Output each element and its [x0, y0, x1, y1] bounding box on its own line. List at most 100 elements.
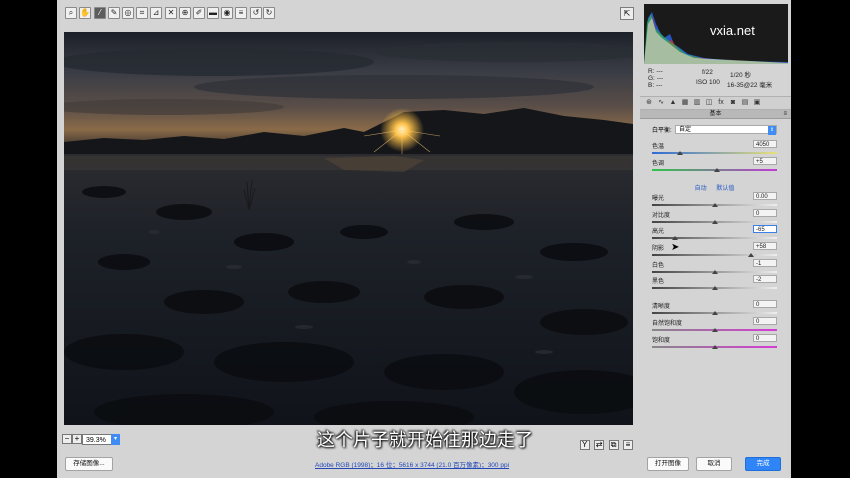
spot-removal-tool[interactable]: ✕	[165, 7, 177, 19]
basic-panel-header: 基本 ≡	[640, 110, 791, 119]
effects-tab[interactable]: fx	[716, 98, 726, 108]
shadows-value-field[interactable]: +58	[753, 242, 777, 250]
temperature-value-field[interactable]: 4050	[753, 140, 777, 148]
hsl-icon: ▦	[681, 99, 689, 106]
tone-curve-tab[interactable]: ∿	[656, 98, 666, 108]
blacks-value-field[interactable]: -2	[753, 275, 777, 283]
color-sampler-tool[interactable]: ✎	[108, 7, 120, 19]
exposure-slider-thumb[interactable]	[711, 203, 718, 207]
swap-icon: ⇄	[595, 440, 603, 449]
b-label: B:	[648, 82, 655, 89]
zoom-tool[interactable]: ⌕	[65, 7, 77, 19]
temperature-slider-track[interactable]	[652, 152, 777, 154]
before-after-toggle[interactable]: Y	[579, 440, 590, 450]
chevron-down-icon: ▾	[113, 436, 117, 442]
zoom-out-button[interactable]: −	[62, 434, 72, 444]
panel-tabs: ⊛ ∿ ▲ ▦ ▥ ◫ fx ◙ ▤ ▣	[640, 96, 791, 110]
contrast-slider-thumb[interactable]	[711, 220, 718, 224]
open-image-button[interactable]: 打开图像	[647, 457, 689, 471]
shadows-slider-track[interactable]	[652, 254, 777, 256]
workflow-options-link[interactable]: Adobe RGB (1998)；16 位；5616 x 3744 (21.0 …	[315, 459, 509, 469]
saturation-slider-thumb[interactable]	[711, 345, 718, 349]
eyedropper-icon: ⁄	[99, 8, 101, 17]
preferences-tool[interactable]: ≡	[235, 7, 247, 19]
vibrance-slider-thumb[interactable]	[711, 328, 718, 332]
snapshots-tab[interactable]: ▣	[752, 98, 762, 108]
footer-bar: 存储图像... Adobe RGB (1998)；16 位；5616 x 374…	[57, 452, 791, 478]
basic-icon: ⊛	[646, 99, 652, 106]
zoom-dropdown-button[interactable]: ▾	[111, 434, 120, 445]
basic-tab[interactable]: ⊛	[644, 98, 654, 108]
radial-icon: ◉	[223, 8, 231, 17]
open-in-photoshop-button[interactable]: ⇱	[620, 7, 634, 20]
adjustment-brush-tool[interactable]: ✐	[193, 7, 205, 19]
copy-settings-button[interactable]: ⧉	[608, 440, 619, 450]
done-button[interactable]: 完成	[745, 457, 781, 471]
gradient-icon: ▬	[209, 8, 217, 17]
white-balance-value: 自定	[679, 127, 692, 133]
clarity-value-field[interactable]: 0	[753, 300, 777, 308]
redeye-icon: ⊕	[181, 8, 189, 17]
temperature-slider-thumb[interactable]	[676, 151, 683, 155]
landscape-photo	[64, 32, 633, 425]
copy-icon: ⧉	[610, 440, 617, 449]
panel-menu-icon[interactable]: ≡	[783, 110, 787, 118]
clarity-slider-thumb[interactable]	[711, 311, 718, 315]
auto-link[interactable]: 自动	[695, 186, 707, 192]
image-preview[interactable]	[64, 32, 633, 425]
saturation-value-field[interactable]: 0	[753, 334, 777, 342]
split-toning-tab[interactable]: ▥	[692, 98, 702, 108]
preview-status-bar: − + 39.3% ▾ Y ⇄ ⧉ ≡	[57, 432, 637, 450]
lens-tab[interactable]: ◫	[704, 98, 714, 108]
presets-tab[interactable]: ▤	[740, 98, 750, 108]
iso: ISO 100	[696, 79, 720, 86]
tint-slider-thumb[interactable]	[714, 168, 720, 172]
whites-value-field[interactable]: -1	[753, 259, 777, 267]
highlights-label: 高光	[652, 229, 665, 235]
highlights-slider-thumb[interactable]	[671, 236, 678, 240]
default-link[interactable]: 默认值	[716, 186, 734, 192]
tint-value-field[interactable]: +5	[753, 157, 777, 165]
right-panel: vxia.net R: --- G: --- B: --- f/22 1/20 …	[640, 0, 791, 450]
white-balance-tool[interactable]: ⁄	[94, 7, 106, 19]
auto-default-links: 自动 默认值	[652, 183, 777, 192]
graduated-filter-tool[interactable]: ▬	[207, 7, 219, 19]
spot-icon: ✕	[167, 8, 175, 17]
watermark-text: vxia.net	[710, 23, 755, 38]
radial-filter-tool[interactable]: ◉	[221, 7, 233, 19]
zoom-in-button[interactable]: +	[72, 434, 82, 444]
toggle-settings-button[interactable]: ≡	[623, 440, 633, 450]
straighten-tool[interactable]: ⊿	[150, 7, 162, 19]
exposure-value-field[interactable]: 0.00	[753, 192, 777, 200]
crop-tool[interactable]: ⌗	[136, 7, 148, 19]
camera-raw-window: ⌕ ✋ ⁄ ✎ ◎ ⌗ ⊿ ✕ ⊕ ✐ ▬ ◉ ≡ ↺ ↻ ⇱ − + 39.3…	[57, 0, 791, 478]
hand-icon: ✋	[80, 8, 90, 17]
rotate-left-tool[interactable]: ↺	[250, 7, 262, 19]
detail-tab[interactable]: ▲	[668, 98, 678, 108]
hand-tool[interactable]: ✋	[79, 7, 91, 19]
camera-calibration-icon: ◙	[730, 99, 736, 106]
contrast-value-field[interactable]: 0	[753, 209, 777, 217]
shadows-label: 阴影	[652, 246, 665, 252]
effects-icon: fx	[718, 99, 724, 106]
swap-view-button[interactable]: ⇄	[594, 440, 605, 450]
highlights-value-field[interactable]: -65	[753, 225, 777, 233]
save-image-button[interactable]: 存储图像...	[65, 457, 113, 471]
camera-calibration-tab[interactable]: ◙	[728, 98, 738, 108]
crop-icon: ⌗	[139, 8, 145, 17]
tint-label: 色调	[652, 161, 665, 167]
hsl-tab[interactable]: ▦	[680, 98, 690, 108]
tone-curve-icon: ∿	[658, 99, 664, 106]
g-label: G:	[648, 75, 655, 82]
red-eye-tool[interactable]: ⊕	[179, 7, 191, 19]
blacks-slider-thumb[interactable]	[711, 286, 718, 290]
shadows-slider-thumb[interactable]	[747, 253, 754, 257]
targeted-adjustment-tool[interactable]: ◎	[122, 7, 134, 19]
aperture: f/22	[702, 69, 713, 76]
whites-slider-thumb[interactable]	[711, 270, 718, 274]
target-icon: ◎	[124, 8, 132, 17]
vibrance-value-field[interactable]: 0	[753, 317, 777, 325]
rotate-right-tool[interactable]: ↻	[263, 7, 275, 19]
white-balance-select[interactable]: 自定 ⇕	[675, 125, 777, 135]
cancel-button[interactable]: 取消	[696, 457, 732, 471]
